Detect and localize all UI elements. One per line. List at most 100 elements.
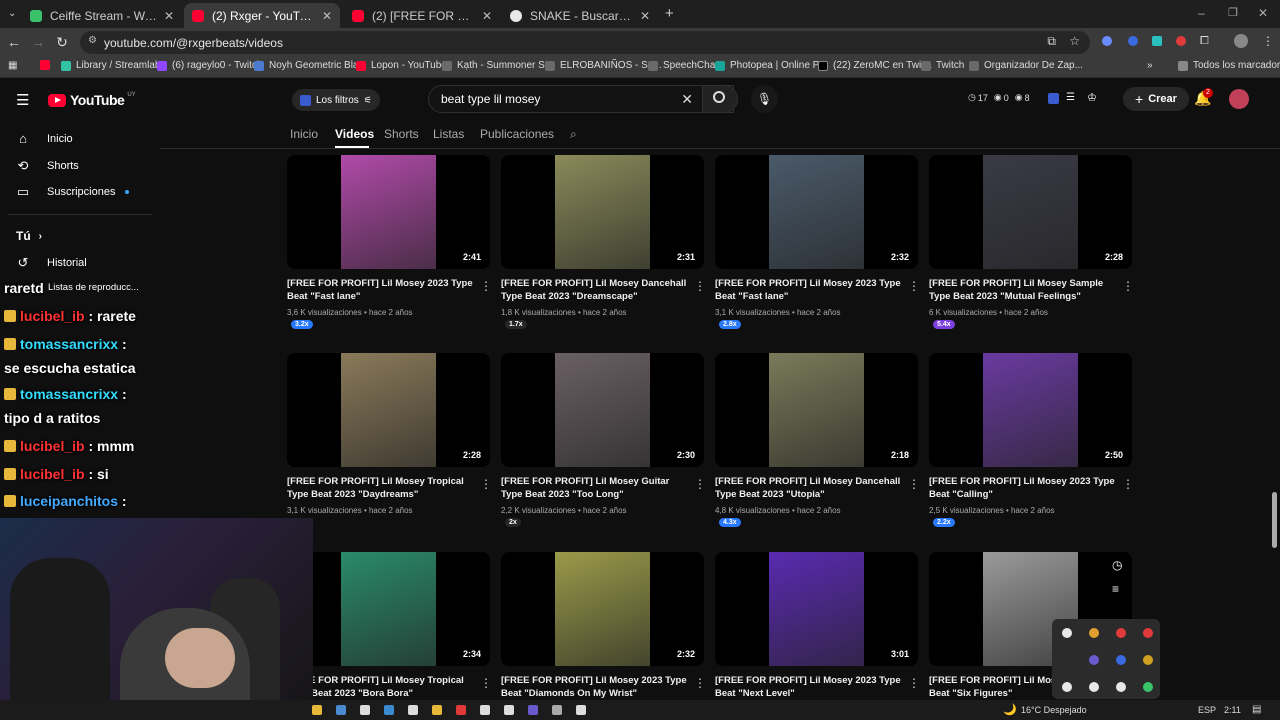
tab-shorts[interactable]: Shorts — [384, 127, 419, 141]
video-thumbnail[interactable]: 2:28 — [287, 353, 490, 467]
video-title[interactable]: [FREE FOR PROFIT] Lil Mosey Dancehall Ty… — [715, 475, 903, 501]
taskbar-app-icon[interactable] — [312, 705, 322, 715]
extension-counters[interactable]: ◷ 17 ◉ 0 ◉ 8 — [968, 92, 1030, 103]
video-thumbnail[interactable]: 2:32 — [501, 552, 704, 666]
video-title[interactable]: [FREE FOR PROFIT] Lil Mosey 2023 Type Be… — [715, 674, 903, 700]
video-thumbnail[interactable]: 2:18 — [715, 353, 918, 467]
close-icon[interactable]: ✕ — [164, 9, 174, 23]
trophy-icon[interactable]: ♔ — [1087, 91, 1097, 104]
video-card[interactable]: 2:34 [FREE FOR PROFIT] Lil Mosey Tropical… — [287, 552, 492, 720]
bookmark-star-icon[interactable]: ☆ — [1069, 34, 1080, 48]
tab-inicio[interactable]: Inicio — [290, 127, 318, 141]
bookmark-item[interactable]: Twitch — [921, 60, 964, 71]
tray-app-icon[interactable] — [1062, 628, 1072, 638]
video-card[interactable]: 2:28 [FREE FOR PROFIT] Lil Mosey Tropical… — [287, 353, 492, 543]
video-title[interactable]: [FREE FOR PROFIT] Lil Mosey Sample Type … — [929, 277, 1117, 303]
bookmark-item[interactable]: (6) rageylo0 - Twitch — [157, 60, 262, 71]
close-icon[interactable]: ✕ — [482, 9, 492, 23]
tray-app-icon[interactable] — [1089, 682, 1099, 692]
bookmarks-overflow-button[interactable]: » — [1147, 60, 1153, 71]
url-field[interactable]: ⚙ youtube.com/@rxgerbeats/videos ⧉ ☆ — [80, 31, 1090, 54]
video-card[interactable]: 2:41 [FREE FOR PROFIT] Lil Mosey 2023 Typ… — [287, 155, 492, 345]
extension-icon[interactable] — [1048, 93, 1059, 104]
video-title[interactable]: [FREE FOR PROFIT] Lil Mosey 2023 Type Be… — [287, 277, 475, 303]
tray-app-icon[interactable] — [1116, 682, 1126, 692]
tray-app-icon[interactable] — [1089, 628, 1099, 638]
site-info-icon[interactable]: ⚙ — [88, 35, 97, 46]
video-title[interactable]: [FREE FOR PROFIT] Lil Mosey Tropical Typ… — [287, 475, 475, 501]
more-options-icon[interactable]: ⋮ — [694, 477, 706, 491]
window-close-icon[interactable]: ✕ — [1258, 6, 1268, 20]
language-indicator[interactable]: ESP — [1198, 705, 1216, 715]
tray-app-icon[interactable] — [1116, 655, 1126, 665]
weather-text[interactable]: 16°C Despejado — [1021, 705, 1087, 715]
video-title[interactable]: [FREE FOR PROFIT] Lil Mosey 2023 Type Be… — [929, 475, 1117, 501]
minimize-icon[interactable]: – — [1198, 6, 1205, 20]
more-options-icon[interactable]: ⋮ — [480, 279, 492, 293]
bookmark-item[interactable]: Noyh Geometric Bla... — [254, 60, 367, 71]
tab-videos[interactable]: Videos — [335, 127, 374, 141]
more-options-icon[interactable]: ⋮ — [694, 279, 706, 293]
video-card[interactable]: 2:32 [FREE FOR PROFIT] Lil Mosey 2023 Typ… — [501, 552, 706, 720]
voice-search-icon[interactable]: 🎙 — [751, 85, 778, 113]
video-thumbnail[interactable]: 3:01 — [715, 552, 918, 666]
tab-rxger-youtube[interactable]: (2) Rxger - YouTube ✕ — [184, 3, 340, 28]
video-thumbnail[interactable]: 2:41 — [287, 155, 490, 269]
list-icon[interactable]: ☰ — [1066, 92, 1075, 103]
extension-icon[interactable] — [1176, 36, 1186, 46]
maximize-icon[interactable]: ❐ — [1228, 6, 1238, 19]
video-card[interactable]: 2:30 [FREE FOR PROFIT] Lil Mosey Guitar T… — [501, 353, 706, 543]
video-card[interactable]: 3:01 [FREE FOR PROFIT] Lil Mosey 2023 Typ… — [715, 552, 920, 720]
sidebar-section-you[interactable]: Tú › — [16, 229, 42, 243]
extensions-puzzle-icon[interactable]: ⧠ — [1200, 35, 1209, 48]
video-card[interactable]: 2:32 [FREE FOR PROFIT] Lil Mosey 2023 Typ… — [715, 155, 920, 345]
bookmark-item[interactable] — [40, 60, 55, 70]
bookmark-item[interactable]: Kạth - Summoner St... — [442, 60, 556, 71]
channel-search-icon[interactable]: ⌕ — [570, 127, 577, 142]
sidebar-item-historial[interactable]: ↺ Historial — [16, 256, 87, 270]
sidebar-item-suscripciones[interactable]: ▭ Suscripciones — [16, 185, 130, 199]
taskbar-app-icon[interactable] — [336, 705, 346, 715]
tab-search-icon[interactable]: ⌄ — [8, 8, 16, 19]
more-options-icon[interactable]: ⋮ — [908, 676, 920, 690]
taskbar-app-icon[interactable] — [408, 705, 418, 715]
new-tab-button[interactable]: + — [665, 5, 674, 22]
tray-app-icon[interactable] — [1062, 655, 1072, 665]
video-title[interactable]: [FREE FOR PROFIT] Lil Mosey Guitar Type … — [501, 475, 689, 501]
taskbar-app-icon[interactable] — [576, 705, 586, 715]
profile-avatar[interactable] — [1234, 34, 1248, 48]
tab-ceiffe-stream[interactable]: Ceiffe Stream - Watch Live ✕ — [22, 3, 182, 28]
more-options-icon[interactable]: ⋮ — [1122, 279, 1134, 293]
watch-later-icon[interactable]: ◷ — [1112, 558, 1122, 572]
video-title[interactable]: [FREE FOR PROFIT] Lil Mosey Tropical Typ… — [287, 674, 475, 700]
video-thumbnail[interactable]: 2:50 — [929, 353, 1132, 467]
video-card[interactable]: 2:50 [FREE FOR PROFIT] Lil Mosey 2023 Typ… — [929, 353, 1134, 543]
browser-menu-icon[interactable]: ⋮ — [1262, 34, 1274, 48]
taskbar-app-icon[interactable] — [456, 705, 466, 715]
forward-arrow-icon[interactable]: → — [26, 34, 50, 50]
tray-app-icon[interactable] — [1062, 682, 1072, 692]
extension-icon[interactable] — [1102, 36, 1112, 46]
taskbar-app-icon[interactable] — [432, 705, 442, 715]
clock-time[interactable]: 2:11 — [1224, 705, 1241, 715]
search-button[interactable] — [702, 85, 738, 113]
tab-listas[interactable]: Listas — [433, 127, 464, 141]
taskbar-app-icon[interactable] — [480, 705, 490, 715]
page-scrollbar-thumb[interactable] — [1272, 492, 1277, 548]
more-options-icon[interactable]: ⋮ — [908, 477, 920, 491]
tray-app-icon[interactable] — [1143, 655, 1153, 665]
video-title[interactable]: [FREE FOR PROFIT] Lil Mosey 2023 Type Be… — [501, 674, 689, 700]
tab-lil-mosey-video[interactable]: (2) [FREE FOR PROFIT] Lil Mose ✕ — [344, 3, 500, 28]
search-input[interactable]: beat type lil mosey ✕ — [428, 85, 734, 113]
tray-app-icon[interactable] — [1116, 628, 1126, 638]
tray-app-icon[interactable] — [1089, 655, 1099, 665]
account-avatar[interactable] — [1229, 89, 1249, 109]
video-title[interactable]: [FREE FOR PROFIT] Lil Mosey 2023 Type Be… — [715, 277, 903, 303]
more-options-icon[interactable]: ⋮ — [908, 279, 920, 293]
video-thumbnail[interactable]: 2:31 — [501, 155, 704, 269]
install-icon[interactable]: ⧉ — [1047, 34, 1056, 49]
video-title[interactable]: [FREE FOR PROFIT] Lil Mosey Dancehall Ty… — [501, 277, 689, 303]
taskbar-app-icon[interactable] — [360, 705, 370, 715]
sidebar-item-inicio[interactable]: ⌂ Inicio — [16, 132, 73, 146]
tray-app-icon[interactable] — [1143, 628, 1153, 638]
